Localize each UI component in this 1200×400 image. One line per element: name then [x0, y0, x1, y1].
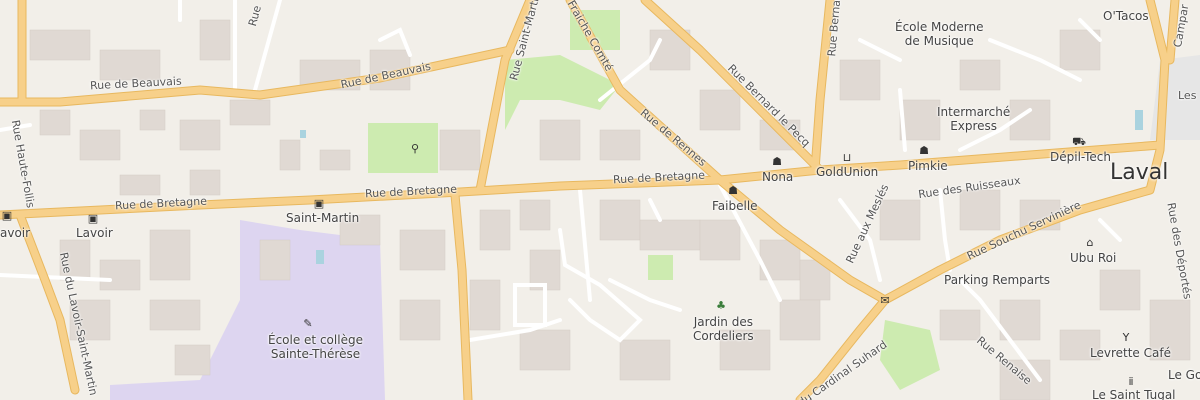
- poi-depil-tech[interactable]: Dépil-Tech: [1050, 150, 1111, 164]
- poi-parking-remparts[interactable]: Parking Remparts: [944, 273, 1050, 287]
- poi-jardin-cordeliers[interactable]: Jardin des Cordeliers: [693, 315, 754, 343]
- clothes-shop-icon[interactable]: ☗: [770, 156, 784, 168]
- shop-bag-icon[interactable]: ⛟: [1072, 136, 1086, 148]
- poi-pimkie[interactable]: Pimkie: [908, 159, 948, 173]
- poi-ubu-roi[interactable]: Ubu Roi: [1070, 251, 1116, 265]
- park-small: [648, 255, 673, 280]
- poi-levrette-cafe[interactable]: Levrette Café: [1090, 346, 1171, 360]
- restaurant-icon[interactable]: ⅱ: [1124, 376, 1138, 388]
- clothes-shop-icon[interactable]: ☗: [726, 185, 740, 197]
- clothes-shop-icon[interactable]: ☗: [917, 145, 931, 157]
- bar-icon[interactable]: Y: [1119, 332, 1133, 344]
- water-2: [316, 250, 324, 264]
- poi-saint-martin[interactable]: Saint-Martin: [286, 211, 359, 225]
- water-1: [300, 130, 306, 138]
- park-square: [368, 123, 438, 173]
- poi-lavoir-west[interactable]: avoir: [0, 226, 30, 240]
- playground-icon[interactable]: ⚲: [408, 143, 422, 155]
- poi-le-saint-tugal[interactable]: Le Saint Tugal: [1092, 388, 1176, 400]
- poi-le-go[interactable]: Le Go: [1168, 368, 1200, 382]
- post-office-icon[interactable]: ✉: [878, 295, 892, 307]
- supermarket-icon[interactable]: ⊔: [840, 152, 854, 164]
- poi-ecole-sainte-therese[interactable]: École et collège Sainte-Thérèse: [268, 333, 363, 361]
- street-label-les: Les: [1178, 89, 1197, 102]
- poi-lavoir[interactable]: Lavoir: [76, 226, 113, 240]
- poi-nona[interactable]: Nona: [762, 170, 793, 184]
- poi-otacos[interactable]: O'Tacos: [1103, 9, 1149, 23]
- school-icon[interactable]: ✎: [301, 318, 315, 330]
- city-label: Laval: [1110, 160, 1169, 185]
- map-canvas[interactable]: Rue de Beauvais Rue de Beauvais Rue de B…: [0, 0, 1200, 400]
- park-tree-icon[interactable]: ♣: [714, 300, 728, 312]
- theatre-icon[interactable]: ⌂: [1083, 237, 1097, 249]
- bus-stop-icon[interactable]: ▣: [86, 213, 100, 225]
- poi-intermarche[interactable]: Intermarché Express: [937, 105, 1010, 133]
- bus-stop-icon[interactable]: ▣: [0, 210, 14, 222]
- water-3: [1135, 110, 1143, 130]
- park-renaise: [880, 320, 940, 390]
- poi-faibelle[interactable]: Faibelle: [712, 199, 758, 213]
- poi-goldunion[interactable]: GoldUnion: [816, 165, 878, 179]
- bus-stop-icon[interactable]: ▣: [312, 198, 326, 210]
- poi-ecole-musique[interactable]: École Moderne de Musique: [895, 20, 983, 48]
